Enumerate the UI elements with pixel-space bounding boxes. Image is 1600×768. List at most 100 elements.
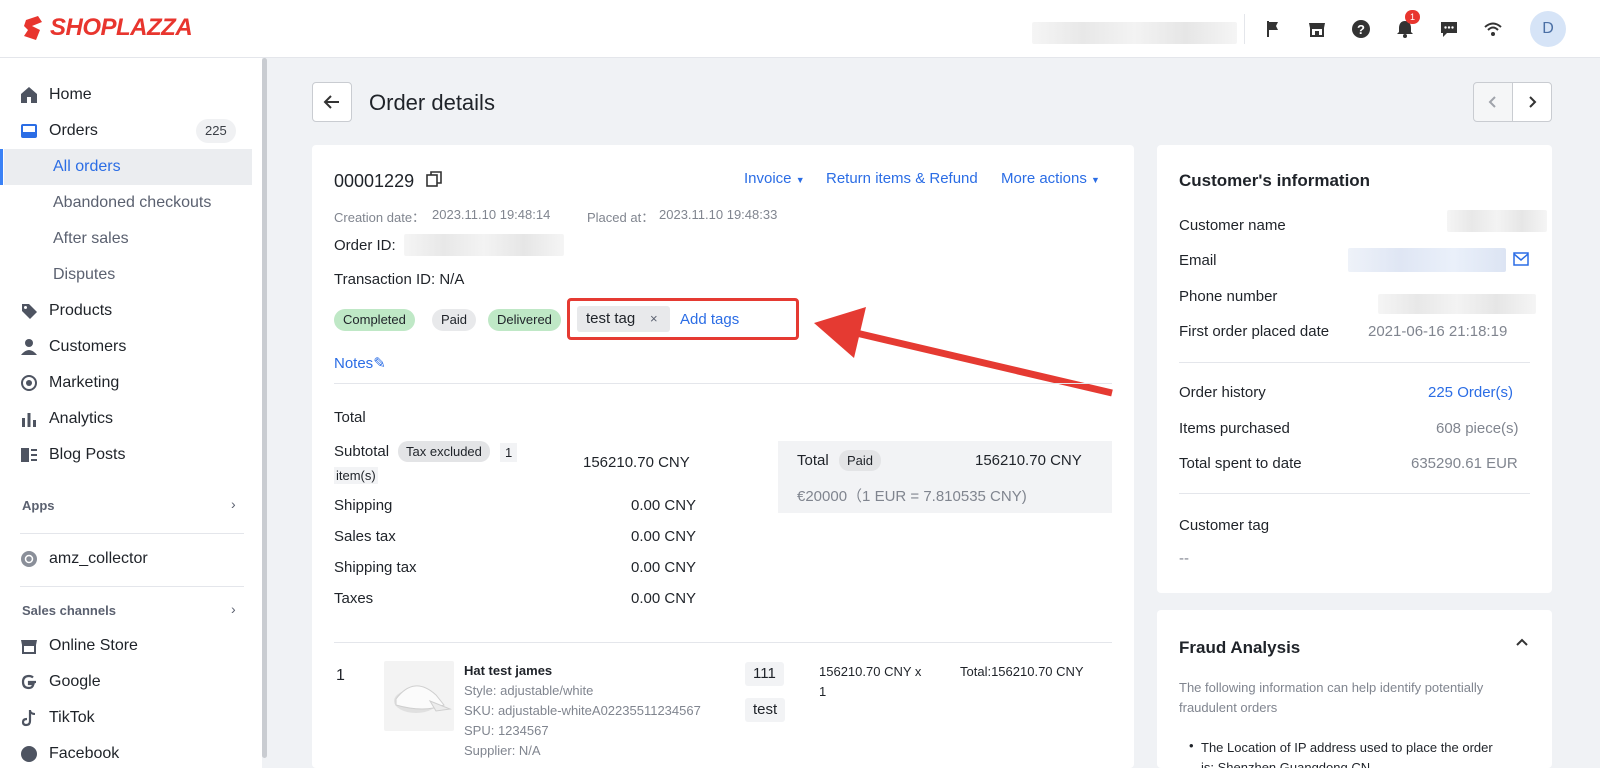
sidebar-item-all-orders[interactable]: All orders [0,149,252,185]
caret-down-icon: ▼ [1091,175,1100,185]
help-icon[interactable]: ? [1350,18,1372,40]
orders-count-badge: 225 [196,119,236,143]
order-tag: test tag × [577,306,670,332]
summary-paid-label: Paid [839,450,882,471]
collapse-chevron-icon[interactable] [1515,636,1529,655]
apps-section-title: Apps [22,498,55,513]
shipping-label: Shipping [334,497,393,514]
first-order-label: First order placed date [1179,323,1330,340]
sidebar-item-disputes[interactable]: Disputes [0,257,252,293]
sidebar-item-home[interactable]: Home [0,77,252,113]
sidebar-item-abandoned-checkouts[interactable]: Abandoned checkouts [0,185,252,221]
product-image[interactable] [384,661,454,731]
email-envelope-icon[interactable] [1513,252,1529,271]
sidebar-item-label: Blog Posts [49,446,126,463]
product-sku: SKU: adjustable-whiteA02235511234567 [464,703,701,718]
orders-icon [19,121,39,141]
sidebar-item-online-store[interactable]: Online Store [0,628,252,664]
product-supplier: Supplier: N/A [464,743,541,758]
status-badge-completed: Completed [334,309,415,331]
return-refund-link[interactable]: Return items & Refund [826,170,978,187]
sidebar-item-facebook[interactable]: Facebook [0,736,252,768]
order-history-label: Order history [1179,384,1266,401]
sidebar-divider [20,533,244,534]
logo-mark-icon [24,16,42,40]
sidebar-item-analytics[interactable]: Analytics [0,401,252,437]
redacted-store-name [1032,22,1237,44]
home-icon [19,85,39,105]
notes-link[interactable]: Notes✎ [334,354,386,372]
annotation-arrow [814,307,1113,397]
chat-icon[interactable] [1438,18,1460,40]
facebook-icon [19,744,39,764]
fraud-description-line1: The following information can help ident… [1179,680,1484,695]
sidebar-item-products[interactable]: Products [0,293,252,329]
previous-order-button[interactable] [1473,82,1513,122]
line-item-tag: 111 [745,662,784,686]
product-spu: SPU: 1234567 [464,723,549,738]
email-label: Email [1179,252,1217,269]
wifi-icon[interactable] [1482,18,1504,40]
more-actions-label: More actions [1001,170,1087,187]
copy-icon[interactable] [426,171,442,192]
line-item-quantity: 1 [819,684,827,699]
add-tags-input[interactable]: Add tags [680,311,739,328]
customer-divider [1179,493,1530,494]
order-history-link[interactable]: 225 Order(s) [1428,384,1513,401]
items-purchased-value: 608 piece(s) [1436,420,1519,437]
sidebar-item-label: Facebook [49,745,120,762]
sales-tax-value: 0.00 CNY [631,528,697,545]
sidebar-item-tiktok[interactable]: TikTok [0,700,252,736]
sidebar-item-label: All orders [53,158,121,175]
order-id-label: Order ID: [334,237,396,254]
analytics-icon [19,409,39,429]
redacted-email [1348,248,1506,272]
taxes-value: 0.00 CNY [631,590,697,607]
total-spent-value: 635290.61 EUR [1411,455,1518,472]
flag-icon[interactable] [1262,18,1284,40]
sidebar-item-label: amz_collector [49,550,148,567]
invoice-dropdown[interactable]: Invoice ▼ [744,170,805,187]
status-badge-paid: Paid [432,309,477,331]
back-button[interactable] [312,82,352,122]
more-actions-dropdown[interactable]: More actions ▼ [1001,170,1100,187]
shipping-tax-value: 0.00 CNY [631,559,697,576]
sidebar-item-label: After sales [53,230,129,247]
sidebar-item-amz-collector[interactable]: amz_collector [0,541,252,577]
caret-down-icon: ▼ [795,175,805,185]
order-number: 00001229 [334,171,415,191]
tax-excluded-label: Tax excluded [398,441,490,462]
sidebar-item-label: Google [49,673,101,690]
sidebar-item-customers[interactable]: Customers [0,329,252,365]
sidebar-item-blog-posts[interactable]: Blog Posts [0,437,252,473]
sales-channels-chevron-icon[interactable]: › [231,601,236,617]
sidebar-scrollbar[interactable] [262,58,267,758]
sidebar-item-label: Disputes [53,266,116,283]
status-badge-delivered: Delivered [488,309,561,331]
total-spent-label: Total spent to date [1179,455,1302,472]
items-purchased-label: Items purchased [1179,420,1290,437]
logo-text: SHOPLAZZA [50,14,193,41]
chevron-left-icon [1488,96,1496,108]
creation-date-value: 2023.11.10 19:48:14 [432,207,551,222]
next-order-button[interactable] [1512,82,1552,122]
product-name[interactable]: Hat test james [464,663,552,678]
sidebar-item-label: Products [49,302,113,319]
remove-tag-icon[interactable]: × [650,306,658,332]
shipping-tax-label: Shipping tax [334,559,417,576]
invoice-label: Invoice [744,170,792,187]
apps-chevron-icon[interactable]: › [231,496,236,512]
fraud-bullet-dot: • [1189,738,1194,753]
sidebar-item-marketing[interactable]: Marketing [0,365,252,401]
fraud-bullet-line2: is: Shenzhen Guangdong CN [1201,760,1371,768]
store-icon[interactable] [1306,18,1328,40]
placed-at-value: 2023.11.10 19:48:33 [659,207,778,222]
sidebar-item-orders[interactable]: Orders 225 [0,113,252,149]
sidebar-item-after-sales[interactable]: After sales [0,221,252,257]
items-count: 1 [500,443,518,462]
shoplazza-logo[interactable]: SHOPLAZZA [22,14,193,42]
sidebar-item-google[interactable]: Google [0,664,252,700]
product-style: Style: adjustable/white [464,683,594,698]
tax-excluded-badge: Tax excluded [398,441,490,462]
user-avatar[interactable]: D [1530,11,1566,47]
